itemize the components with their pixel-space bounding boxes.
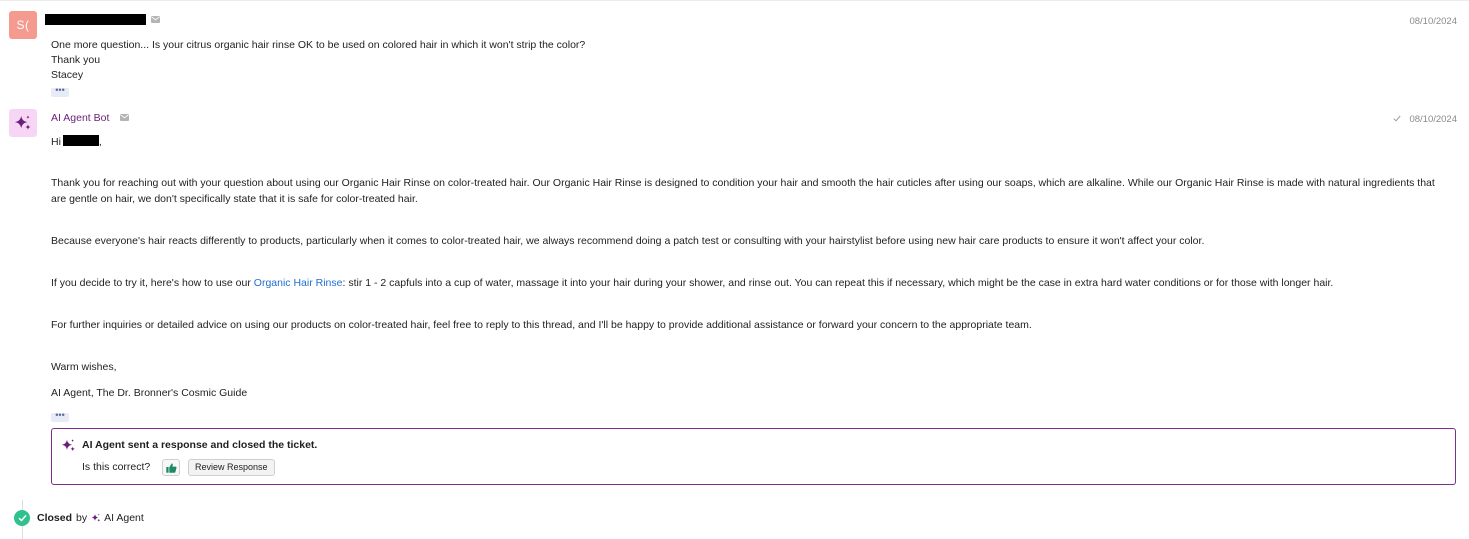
sparkle-icon [61, 439, 75, 452]
bot-signature: AI Agent, The Dr. Bronner's Cosmic Guide [51, 387, 248, 399]
customer-message-line: One more question... Is your citrus orga… [51, 39, 586, 51]
sparkle-icon [14, 115, 31, 130]
bot-message-date: 08/10/2024 [1409, 114, 1457, 125]
thumbs-up-button[interactable] [162, 459, 180, 476]
greeting-word: Hi [51, 136, 61, 148]
review-response-button[interactable]: Review Response [188, 459, 275, 476]
closed-label: Closed [37, 512, 73, 524]
bot-paragraph-how-to: If you decide to try it, here's how to u… [51, 275, 1451, 291]
closed-status-icon [14, 510, 30, 526]
redacted-customer-name [45, 14, 146, 25]
notice-question: Is this correct? [82, 461, 151, 473]
check-icon [1393, 115, 1401, 122]
bot-paragraph: Thank you for reaching out with your que… [51, 177, 1435, 205]
email-icon [120, 114, 129, 121]
check-icon [17, 514, 27, 522]
top-divider [0, 0, 1469, 1]
customer-message-line: Stacey [51, 69, 84, 81]
customer-avatar-initials: S( [16, 18, 30, 32]
ai-agent-notice: AI Agent sent a response and closed the … [51, 428, 1456, 485]
bot-paragraph: Because everyone's hair reacts different… [51, 235, 1205, 247]
show-more-button[interactable]: ••• [51, 86, 69, 97]
customer-avatar: S( [9, 11, 37, 39]
bot-paragraph: For further inquiries or detailed advice… [51, 319, 1032, 331]
closed-by-label: by [76, 512, 88, 524]
bot-avatar [9, 109, 37, 137]
thumbs-up-icon [165, 463, 177, 473]
greeting-suffix: , [98, 136, 102, 148]
notice-title: AI Agent sent a response and closed the … [82, 439, 318, 451]
show-more-button[interactable]: ••• [51, 411, 69, 422]
sparkle-icon [91, 513, 101, 522]
how-to-before: If you decide to try it, here's how to u… [51, 277, 254, 289]
customer-message-date: 08/10/2024 [1409, 16, 1457, 27]
how-to-after: : stir 1 - 2 capfuls into a cup of water… [342, 277, 1334, 289]
closed-agent-label[interactable]: AI Agent [104, 512, 144, 524]
organic-hair-rinse-link[interactable]: Organic Hair Rinse [254, 277, 343, 289]
customer-message-line: Thank you [51, 54, 101, 66]
bot-signoff: Warm wishes, [51, 361, 117, 373]
closed-status-row: Closed by AI Agent [37, 512, 144, 524]
redacted-recipient-name [62, 135, 99, 146]
bot-greeting: Hi, [51, 135, 102, 149]
bot-sender-name[interactable]: AI Agent Bot [51, 112, 109, 124]
email-icon [151, 16, 160, 23]
